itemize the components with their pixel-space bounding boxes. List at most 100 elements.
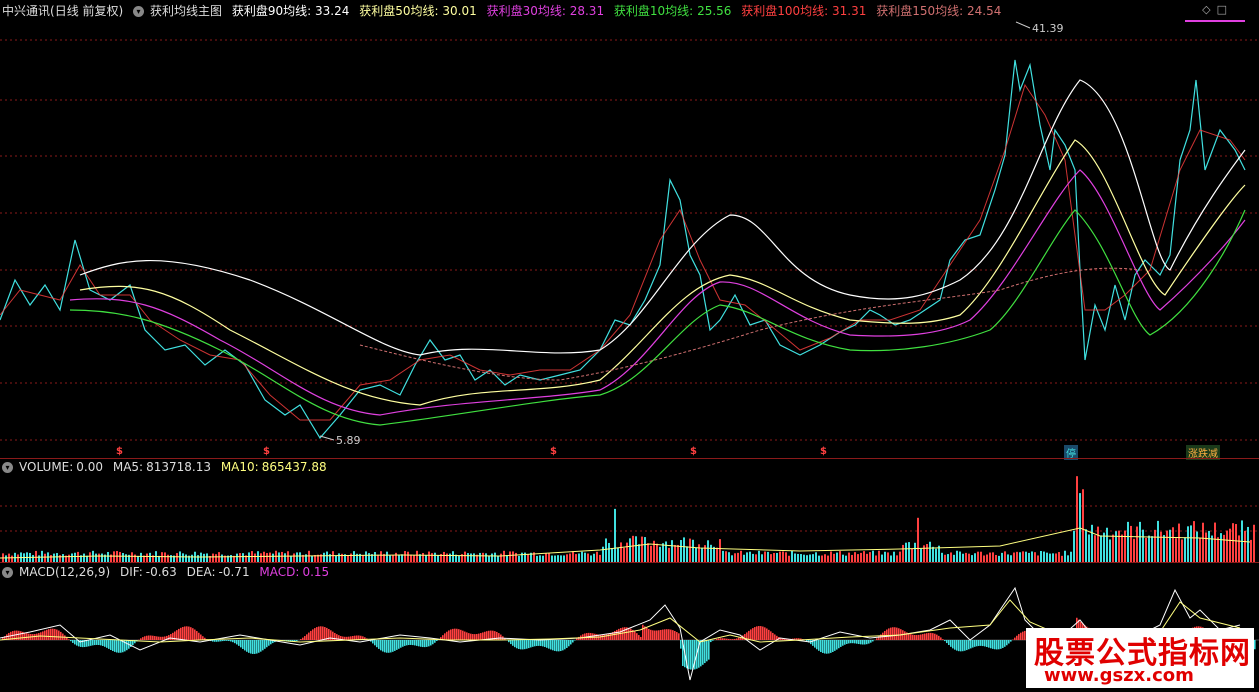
macd-bar <box>478 633 480 640</box>
volume-bar <box>494 552 496 562</box>
macd-bar <box>160 636 162 640</box>
macd-bar <box>858 640 860 645</box>
chevron-down-icon[interactable]: ▾ <box>133 6 145 17</box>
macd-bar <box>990 640 992 649</box>
macd-bar <box>574 640 576 641</box>
chevron-down-icon[interactable]: ▾ <box>2 462 13 473</box>
period-label[interactable]: (日线 前复权) <box>50 4 123 18</box>
macd-bar <box>196 631 198 640</box>
volume-bar <box>386 551 388 562</box>
macd-bar <box>924 633 926 640</box>
volume-bar <box>914 542 916 562</box>
macd-bar <box>926 633 928 640</box>
volume-bar <box>1085 529 1087 562</box>
volume-bar <box>434 552 436 562</box>
volume-bar <box>1160 531 1162 562</box>
volume-bar <box>431 553 433 562</box>
macd-bar <box>388 640 390 653</box>
main-chart[interactable]: 41.39 5.89 <box>0 20 1259 458</box>
volume-bar <box>1250 539 1252 562</box>
signal-mark[interactable]: $ <box>116 446 123 457</box>
macd-bar <box>914 635 916 640</box>
volume-chart[interactable] <box>0 476 1259 562</box>
signal-mark[interactable]: $ <box>550 446 557 457</box>
volume-bar <box>611 547 613 562</box>
macd-bar <box>54 628 56 640</box>
stock-name[interactable]: 中兴通讯 <box>2 4 50 18</box>
volume-bar <box>1232 523 1234 562</box>
volume-bar <box>719 539 721 562</box>
macd-bar <box>936 634 938 640</box>
macd-bar <box>158 636 160 640</box>
macd-bar <box>910 634 912 640</box>
volume-bar <box>743 554 745 562</box>
macd-bar <box>436 640 438 642</box>
volume-bar <box>479 552 481 562</box>
macd-bar <box>1002 640 1004 648</box>
volume-bar <box>422 552 424 562</box>
volume-bar <box>1238 535 1240 562</box>
volume-bar <box>905 542 907 562</box>
volume-value: 0.00 <box>76 460 104 474</box>
volume-bar <box>926 544 928 562</box>
indicator-title[interactable]: 获利均线主图 <box>150 4 222 18</box>
macd-bar <box>530 640 532 648</box>
macd-bar <box>432 640 434 645</box>
macd-bar <box>734 638 736 640</box>
signal-mark[interactable]: $ <box>690 446 697 457</box>
macd-bar <box>718 638 720 640</box>
volume-bar <box>515 552 517 562</box>
macd-bar <box>830 640 832 653</box>
volume-bar <box>1040 551 1042 562</box>
macd-bar <box>70 640 72 642</box>
signal-mark[interactable]: $ <box>820 446 827 457</box>
volume-bar <box>164 552 166 562</box>
macd-bar <box>412 640 414 646</box>
macd-bar <box>702 640 704 665</box>
signal-mark[interactable]: $ <box>263 446 270 457</box>
watermark-url[interactable]: www.gszx.com <box>1044 665 1194 686</box>
macd-bar <box>300 639 302 640</box>
macd-value: 0.15 <box>302 565 330 579</box>
volume-bar <box>236 553 238 562</box>
volume-bar <box>1247 526 1249 562</box>
macd-bar <box>602 635 604 640</box>
volume-bar <box>374 552 376 562</box>
window-icon[interactable]: □ <box>1217 3 1233 16</box>
volume-bar <box>584 552 586 562</box>
macd-bar <box>1008 640 1010 644</box>
macd-bar <box>554 640 556 651</box>
macd-bar <box>116 640 118 653</box>
macd-bar <box>728 638 730 640</box>
volume-bar <box>944 554 946 562</box>
macd-value-label: MACD: <box>259 565 300 579</box>
macd-bar <box>672 630 674 640</box>
volume-bar <box>1097 526 1099 562</box>
volume-bar <box>1010 555 1012 562</box>
volume-bar <box>407 551 409 562</box>
macd-bar <box>1020 632 1022 640</box>
macd-bar <box>662 629 664 640</box>
volume-bar <box>278 552 280 562</box>
volume-bar <box>1157 520 1159 562</box>
macd-bar <box>654 630 656 640</box>
volume-bar <box>782 551 784 562</box>
macd-bar <box>52 628 54 640</box>
volume-bar <box>1145 537 1147 562</box>
macd-bar <box>848 640 850 644</box>
macd-bar <box>708 640 710 660</box>
macd-bar <box>1006 640 1008 646</box>
macd-bar <box>102 640 104 646</box>
macd-bar <box>916 635 918 640</box>
macd-bar <box>820 640 822 653</box>
macd-bar <box>230 640 232 642</box>
dif-label: DIF: <box>119 565 143 579</box>
volume-bar <box>464 551 466 562</box>
diamond-icon[interactable]: ◇ <box>1202 3 1216 16</box>
chevron-down-icon[interactable]: ▾ <box>2 567 13 578</box>
volume-bar <box>971 555 973 562</box>
macd-bar <box>840 640 842 647</box>
volume-bar <box>500 553 502 562</box>
volume-bar <box>263 551 265 562</box>
volume-bar <box>527 554 529 562</box>
